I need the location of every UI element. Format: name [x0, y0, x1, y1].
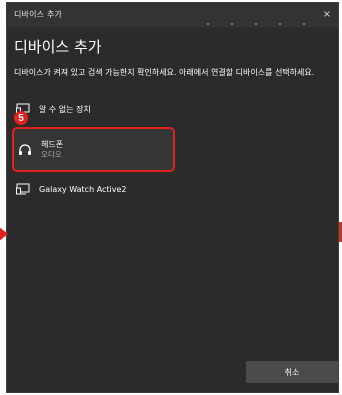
device-type: 오디오	[41, 150, 62, 159]
instructions-text: 디바이스가 켜져 있고 검색 가능한지 확인하세요. 아래에서 연결할 디바이스…	[14, 68, 315, 77]
title-bar: 디바이스 추가 ×	[7, 3, 338, 27]
progress-dot	[303, 23, 305, 25]
progress-dot	[207, 23, 209, 25]
device-name: Galaxy Watch Active2	[39, 184, 127, 194]
device-name: 헤드폰	[41, 140, 64, 149]
page-title: 디바이스 추가	[14, 38, 102, 56]
progress-dot	[231, 23, 233, 25]
step-number-badge: 5	[14, 111, 28, 125]
device-name: 알 수 없는 장치	[39, 104, 91, 114]
progress-dot	[255, 23, 257, 25]
monitor-icon	[15, 182, 31, 196]
progress-dot	[279, 23, 281, 25]
searching-progress-indicator	[197, 23, 317, 26]
device-item-unknown[interactable]: 알 수 없는 장치	[12, 96, 328, 122]
close-button[interactable]: ×	[316, 3, 338, 25]
cancel-button[interactable]: 취소	[246, 361, 338, 383]
add-device-dialog: 디바이스 추가 × 디바이스 추가 디바이스가 켜져 있고 검색 가능한지 확인…	[6, 2, 339, 393]
headphones-icon	[17, 143, 33, 157]
device-item-galaxy-watch[interactable]: Galaxy Watch Active2	[12, 176, 328, 202]
annotation-arrow-icon	[0, 226, 8, 242]
device-item-headphones[interactable]: 헤드폰 오디오	[12, 127, 175, 172]
window-title: 디바이스 추가	[14, 10, 63, 19]
